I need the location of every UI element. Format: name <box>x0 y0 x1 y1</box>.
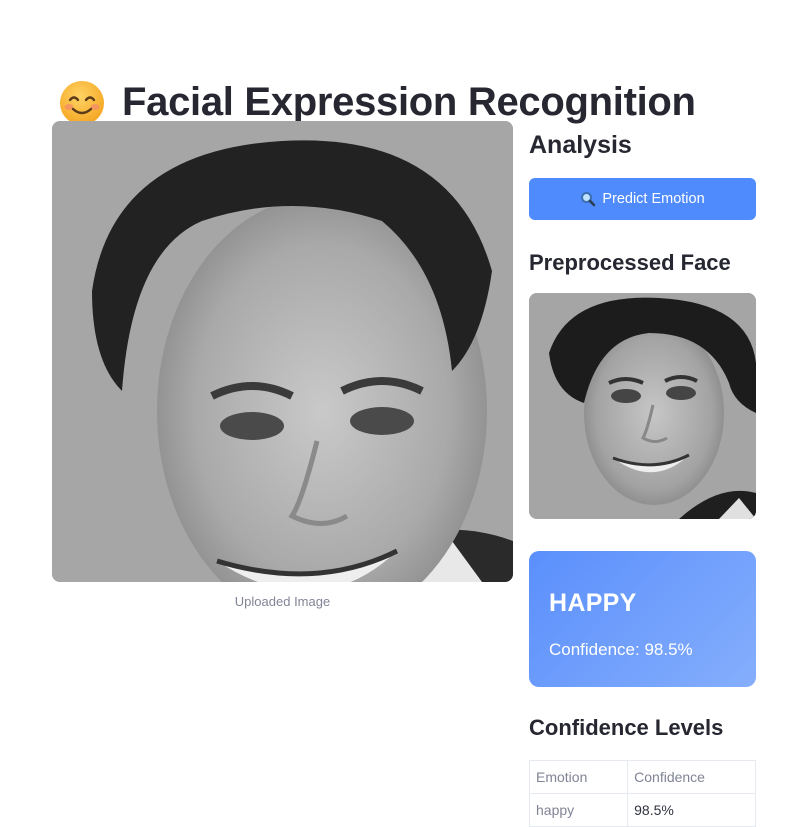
uploaded-image-panel: Uploaded Image <box>52 121 513 609</box>
confidence-levels-heading: Confidence Levels <box>529 715 724 740</box>
table-cell-confidence: 98.5% <box>627 793 756 827</box>
image-caption: Uploaded Image <box>234 594 331 609</box>
page-title: Facial Expression Recognition <box>58 79 696 127</box>
table-row: happy 98.5% <box>528 793 756 827</box>
prediction-confidence: Confidence: 98.5% <box>549 640 693 659</box>
analysis-heading: Analysis <box>529 131 632 159</box>
confidence-table: Emotion Confidence happy 98.5% <box>528 760 756 827</box>
table-cell-emotion: happy <box>528 793 629 827</box>
page-title-text: Facial Expression Recognition <box>122 80 696 125</box>
smiling-face-emoji-icon <box>60 80 104 125</box>
column-header-emotion[interactable]: Emotion <box>528 760 629 794</box>
predicted-emotion: HAPPY <box>549 589 637 617</box>
face-photo-icon <box>52 121 513 582</box>
preprocessed-face-icon <box>529 293 756 519</box>
preprocessed-face-image <box>529 293 756 519</box>
column-header-confidence[interactable]: Confidence <box>627 760 756 794</box>
preprocessed-face-heading: Preprocessed Face <box>529 250 731 275</box>
magnifier-icon <box>581 192 596 207</box>
uploaded-image <box>52 121 513 582</box>
predict-emotion-label: Predict Emotion <box>602 191 705 207</box>
table-header-row: Emotion Confidence <box>528 760 756 794</box>
predict-emotion-button[interactable]: Predict Emotion <box>529 178 756 220</box>
prediction-result-card: HAPPY Confidence: 98.5% <box>529 551 756 687</box>
